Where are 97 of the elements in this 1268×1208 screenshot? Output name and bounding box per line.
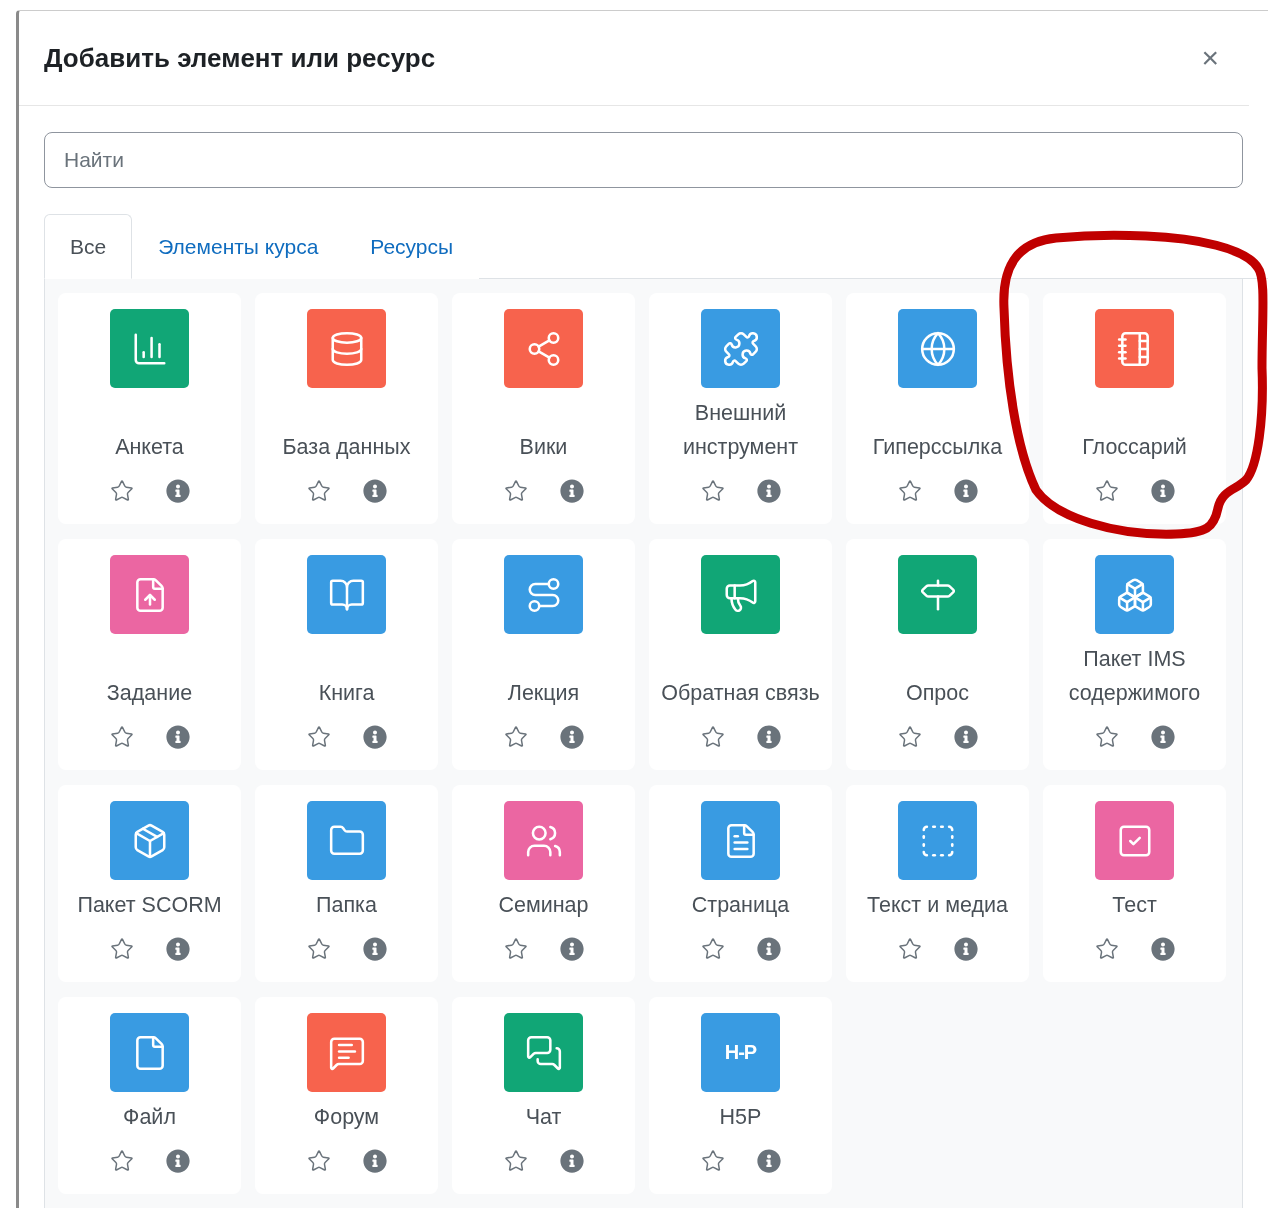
info-button[interactable] xyxy=(559,937,584,961)
activity-card[interactable]: Обратная связь xyxy=(649,539,832,770)
search-field[interactable]: Найти xyxy=(44,132,1243,188)
info-button[interactable] xyxy=(756,479,781,503)
star-button[interactable] xyxy=(109,725,134,749)
logo-text: H-P xyxy=(724,1041,757,1064)
activity-name: Тест xyxy=(1111,892,1158,919)
activity-name: Страница xyxy=(690,892,791,919)
globe-icon xyxy=(918,329,957,368)
activity-name: Задание xyxy=(105,680,194,707)
star-button[interactable] xyxy=(1094,479,1119,503)
info-button[interactable] xyxy=(559,479,584,503)
star-button[interactable] xyxy=(897,725,922,749)
puzzle-icon xyxy=(721,329,760,368)
close-button[interactable]: × xyxy=(1197,41,1223,75)
activity-name: База данных xyxy=(281,434,412,461)
activity-name: Текст и медиа xyxy=(866,892,1009,919)
activity-card[interactable]: Вики xyxy=(452,293,635,524)
info-button[interactable] xyxy=(362,937,387,961)
activity-name: Пакет IMS содержимого xyxy=(1067,646,1202,707)
info-button[interactable] xyxy=(756,937,781,961)
activity-name: Опрос xyxy=(905,680,970,707)
info-button[interactable] xyxy=(165,479,190,503)
info-button[interactable] xyxy=(165,725,190,749)
activity-name: Гиперссылка xyxy=(871,434,1004,461)
info-button[interactable] xyxy=(1150,725,1175,749)
star-button[interactable] xyxy=(897,937,922,961)
activity-card[interactable]: Анкета xyxy=(58,293,241,524)
activity-card[interactable]: Пакет SCORM xyxy=(58,785,241,982)
activity-card[interactable]: Файл xyxy=(58,997,241,1194)
activity-card[interactable]: Семинар xyxy=(452,785,635,982)
star-button[interactable] xyxy=(306,1149,331,1173)
activity-card[interactable]: Лекция xyxy=(452,539,635,770)
star-button[interactable] xyxy=(503,937,528,961)
activity-card[interactable]: Форум xyxy=(255,997,438,1194)
star-button[interactable] xyxy=(109,1149,134,1173)
star-button[interactable] xyxy=(700,479,725,503)
activity-card[interactable]: Глоссарий xyxy=(1043,293,1226,524)
info-button[interactable] xyxy=(559,725,584,749)
activity-card[interactable]: Текст и медиа xyxy=(846,785,1029,982)
star-button[interactable] xyxy=(109,479,134,503)
dialog-title: Добавить элемент или ресурс xyxy=(44,42,436,74)
chat-bubbles-icon xyxy=(524,1033,563,1072)
activity-name: Книга xyxy=(317,680,376,707)
activity-name: Обратная связь xyxy=(660,680,821,707)
activity-name: Файл xyxy=(122,1104,177,1131)
info-button[interactable] xyxy=(756,1149,781,1173)
info-button[interactable] xyxy=(559,1149,584,1173)
activity-card[interactable]: База данных xyxy=(255,293,438,524)
info-button[interactable] xyxy=(362,1149,387,1173)
activity-card[interactable]: Опрос xyxy=(846,539,1029,770)
activity-name: H5P xyxy=(718,1104,763,1131)
activity-card[interactable]: Тест xyxy=(1043,785,1226,982)
activity-name: Форум xyxy=(312,1104,381,1131)
activity-card[interactable]: Папка xyxy=(255,785,438,982)
star-button[interactable] xyxy=(306,725,331,749)
activity-name: Чат xyxy=(524,1104,563,1131)
activity-card[interactable]: Чат xyxy=(452,997,635,1194)
activity-card[interactable]: Книга xyxy=(255,539,438,770)
star-button[interactable] xyxy=(503,1149,528,1173)
activity-name: Анкета xyxy=(114,434,185,461)
activity-card[interactable]: Гиперссылка xyxy=(846,293,1029,524)
activity-name: Пакет SCORM xyxy=(76,892,223,919)
activity-name: Вики xyxy=(518,434,569,461)
boxes-icon xyxy=(1115,575,1154,614)
info-button[interactable] xyxy=(1150,479,1175,503)
star-button[interactable] xyxy=(897,479,922,503)
activity-name: Глоссарий xyxy=(1081,434,1188,461)
activity-card[interactable]: H-P H5P xyxy=(649,997,832,1194)
info-button[interactable] xyxy=(953,725,978,749)
info-button[interactable] xyxy=(165,937,190,961)
star-button[interactable] xyxy=(503,725,528,749)
info-button[interactable] xyxy=(756,725,781,749)
star-button[interactable] xyxy=(1094,937,1119,961)
activity-name: Внешний инструмент xyxy=(681,400,800,461)
activity-name: Семинар xyxy=(497,892,590,919)
star-button[interactable] xyxy=(700,937,725,961)
star-button[interactable] xyxy=(700,725,725,749)
tab[interactable]: Все xyxy=(44,214,133,279)
star-button[interactable] xyxy=(306,479,331,503)
info-button[interactable] xyxy=(362,479,387,503)
info-button[interactable] xyxy=(953,937,978,961)
activity-card[interactable]: Пакет IMS содержимого xyxy=(1043,539,1226,770)
star-button[interactable] xyxy=(1094,725,1119,749)
info-button[interactable] xyxy=(1150,937,1175,961)
star-button[interactable] xyxy=(109,937,134,961)
info-button[interactable] xyxy=(165,1149,190,1173)
activity-card[interactable]: Страница xyxy=(649,785,832,982)
activity-card[interactable]: Задание xyxy=(58,539,241,770)
star-button[interactable] xyxy=(306,937,331,961)
info-button[interactable] xyxy=(362,725,387,749)
activity-name: Лекция xyxy=(506,680,581,707)
star-button[interactable] xyxy=(503,479,528,503)
activity-name: Папка xyxy=(315,892,378,919)
info-button[interactable] xyxy=(953,479,978,503)
star-button[interactable] xyxy=(700,1149,725,1173)
activity-card[interactable]: Внешний инструмент xyxy=(649,293,832,524)
